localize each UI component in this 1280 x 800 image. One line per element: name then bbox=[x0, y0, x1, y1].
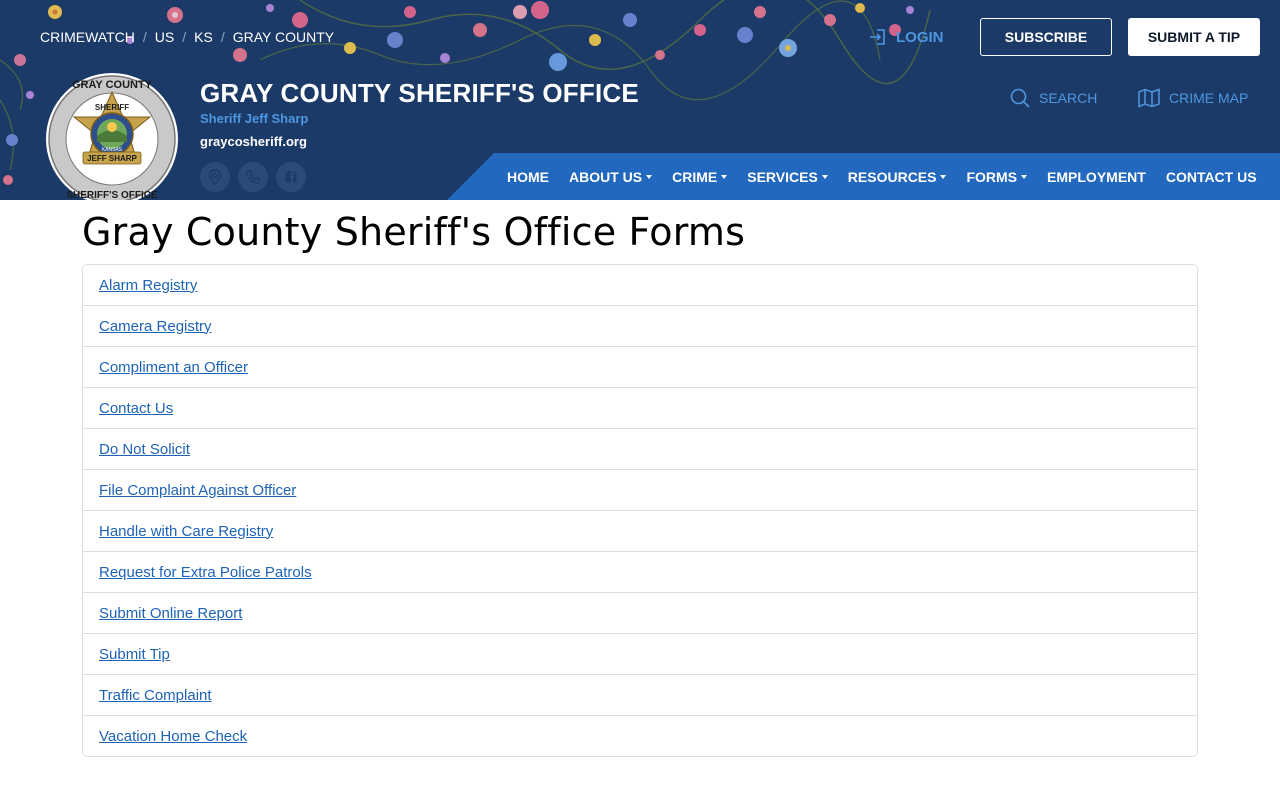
breadcrumb-separator: / bbox=[182, 29, 187, 45]
search-link[interactable]: SEARCH bbox=[1010, 88, 1097, 108]
nav-home-label: HOME bbox=[507, 168, 549, 185]
nav-home[interactable]: HOME bbox=[507, 169, 549, 185]
form-link-do-not-solicit[interactable]: Do Not Solicit bbox=[99, 441, 190, 458]
phone-button[interactable] bbox=[238, 162, 268, 192]
breadcrumb-gray-county[interactable]: GRAY COUNTY bbox=[233, 29, 334, 45]
list-item: Do Not Solicit bbox=[83, 429, 1197, 470]
form-link-handle-with-care[interactable]: Handle with Care Registry bbox=[99, 523, 273, 540]
list-item: Alarm Registry bbox=[83, 265, 1197, 306]
form-link-online-report[interactable]: Submit Online Report bbox=[99, 605, 242, 622]
search-icon bbox=[1010, 88, 1030, 108]
nav-resources[interactable]: RESOURCES bbox=[848, 169, 947, 185]
nav-employment-label: EMPLOYMENT bbox=[1047, 168, 1146, 185]
breadcrumb-separator: / bbox=[142, 29, 147, 45]
crime-map-link[interactable]: CRIME MAP bbox=[1138, 88, 1248, 108]
phone-icon bbox=[246, 170, 260, 184]
list-item: File Complaint Against Officer bbox=[83, 470, 1197, 511]
subscribe-button[interactable]: SUBSCRIBE bbox=[980, 18, 1112, 56]
nav-employment[interactable]: EMPLOYMENT bbox=[1047, 169, 1146, 185]
crime-map-label: CRIME MAP bbox=[1169, 90, 1249, 106]
list-item: Submit Tip bbox=[83, 634, 1197, 675]
list-item: Request for Extra Police Patrols bbox=[83, 552, 1197, 593]
site-header: CRIMEWATCH / US / KS / GRAY COUNTY LOGIN… bbox=[0, 0, 1280, 200]
map-pin-button[interactable] bbox=[200, 162, 230, 192]
breadcrumb-ks[interactable]: KS bbox=[194, 29, 213, 45]
list-item: Traffic Complaint bbox=[83, 675, 1197, 716]
nav-services-label: SERVICES bbox=[747, 168, 818, 185]
list-item: Compliment an Officer bbox=[83, 347, 1197, 388]
form-link-vacation-home-check[interactable]: Vacation Home Check bbox=[99, 728, 247, 745]
site-title[interactable]: GRAY COUNTY SHERIFF'S OFFICE bbox=[200, 78, 639, 109]
nav-crime-label: CRIME bbox=[672, 168, 718, 185]
submit-tip-button[interactable]: SUBMIT A TIP bbox=[1128, 18, 1260, 56]
nav-resources-label: RESOURCES bbox=[847, 168, 937, 185]
login-label: LOGIN bbox=[896, 28, 944, 46]
logo-seal-text: KANSAS bbox=[102, 147, 123, 153]
list-item: Camera Registry bbox=[83, 306, 1197, 347]
facebook-button[interactable] bbox=[276, 162, 306, 192]
forms-list: Alarm Registry Camera Registry Complimen… bbox=[82, 264, 1198, 757]
login-link[interactable]: LOGIN bbox=[868, 28, 944, 46]
nav-contact-us[interactable]: CONTACT US bbox=[1166, 169, 1257, 185]
nav-services[interactable]: SERVICES bbox=[747, 169, 828, 185]
caret-down-icon bbox=[646, 175, 653, 179]
logo-top-text: GRAY COUNTY bbox=[72, 79, 153, 91]
logo-bottom-text: SHERIFF'S OFFICE bbox=[66, 190, 158, 200]
list-item: Handle with Care Registry bbox=[83, 511, 1197, 552]
search-label: SEARCH bbox=[1039, 90, 1098, 106]
main-nav-items: HOME ABOUT US CRIME SERVICES RESOURCES F… bbox=[507, 153, 1277, 200]
sheriff-name: Sheriff Jeff Sharp bbox=[200, 111, 309, 126]
caret-down-icon bbox=[721, 175, 728, 179]
facebook-icon bbox=[285, 171, 297, 183]
form-link-compliment-officer[interactable]: Compliment an Officer bbox=[99, 359, 248, 376]
breadcrumb: CRIMEWATCH / US / KS / GRAY COUNTY bbox=[40, 29, 334, 45]
list-item: Submit Online Report bbox=[83, 593, 1197, 634]
form-link-extra-patrols[interactable]: Request for Extra Police Patrols bbox=[99, 564, 312, 581]
map-icon bbox=[1138, 88, 1160, 108]
login-icon bbox=[870, 29, 885, 45]
breadcrumb-separator: / bbox=[220, 29, 225, 45]
nav-forms-label: FORMS bbox=[966, 168, 1018, 185]
caret-down-icon bbox=[1021, 175, 1028, 179]
map-pin-icon bbox=[208, 169, 222, 185]
form-link-contact-us[interactable]: Contact Us bbox=[99, 400, 173, 417]
page-title: Gray County Sheriff's Office Forms bbox=[82, 210, 746, 254]
nav-forms[interactable]: FORMS bbox=[966, 168, 1028, 185]
list-item: Contact Us bbox=[83, 388, 1197, 429]
breadcrumb-us[interactable]: US bbox=[155, 29, 174, 45]
site-url: graycosheriff.org bbox=[200, 134, 307, 149]
logo-badge-text: SHERIFF bbox=[95, 103, 129, 112]
form-link-submit-tip[interactable]: Submit Tip bbox=[99, 646, 170, 663]
list-item: Vacation Home Check bbox=[83, 716, 1197, 756]
form-link-alarm-registry[interactable]: Alarm Registry bbox=[99, 277, 197, 294]
nav-about-us[interactable]: ABOUT US bbox=[569, 168, 653, 185]
logo-name-text: JEFF SHARP bbox=[87, 154, 137, 163]
form-link-camera-registry[interactable]: Camera Registry bbox=[99, 318, 212, 335]
nav-about-us-label: ABOUT US bbox=[569, 168, 643, 185]
nav-contact-us-label: CONTACT US bbox=[1165, 168, 1257, 185]
nav-crime[interactable]: CRIME bbox=[672, 168, 728, 185]
caret-down-icon bbox=[821, 175, 828, 179]
caret-down-icon bbox=[940, 175, 947, 179]
form-link-file-complaint[interactable]: File Complaint Against Officer bbox=[99, 482, 296, 499]
sheriff-badge-logo[interactable]: JEFF SHARP SHERIFF KANSAS GRAY COUNTY SH… bbox=[45, 72, 179, 200]
form-link-traffic-complaint[interactable]: Traffic Complaint bbox=[99, 687, 212, 704]
breadcrumb-crimewatch[interactable]: CRIMEWATCH bbox=[40, 29, 135, 45]
